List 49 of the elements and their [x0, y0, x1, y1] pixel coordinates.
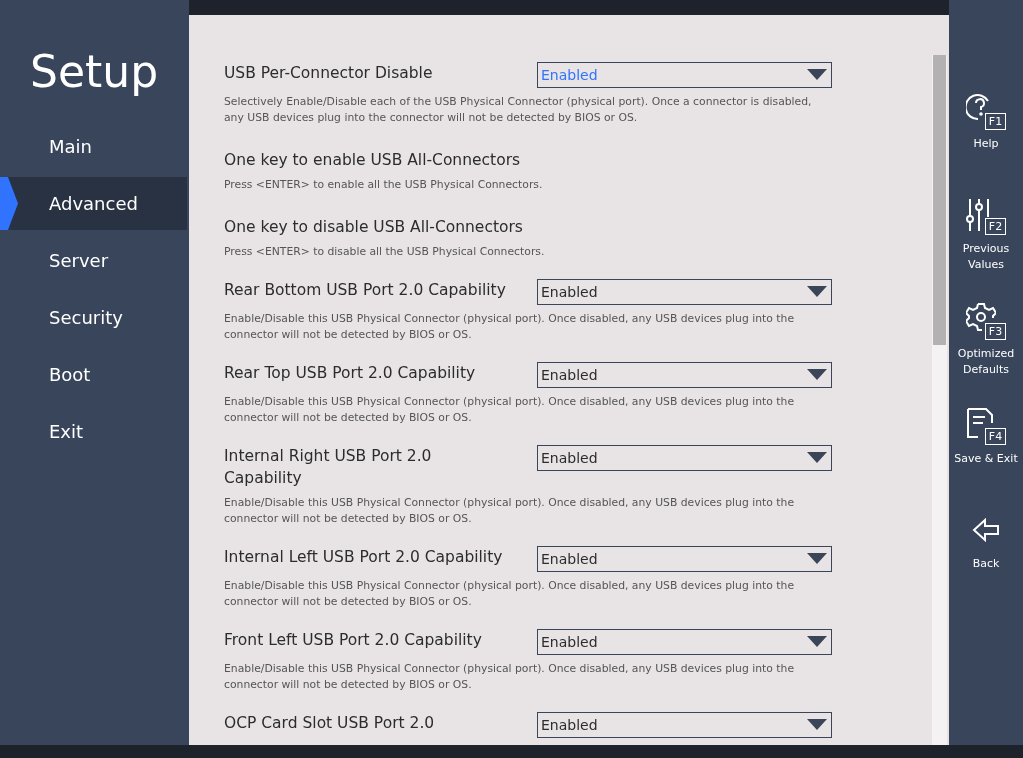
function-key-button[interactable]: F3 Optimized Defaults [949, 302, 1023, 407]
setting-description: Enable/Disable this USB Physical Connector (physical port). Once disabled, any USB devices plug into the connector will not be detected by BIOS or OS. [224, 394, 796, 426]
caret-icon [807, 553, 827, 565]
nav-item[interactable]: Server [0, 234, 187, 287]
dropdown[interactable]: Enabled [537, 712, 832, 738]
setting-label[interactable]: One key to enable USB All-Connectors [224, 145, 521, 171]
setting-label: USB Per-Connector Disable [224, 63, 434, 84]
dropdown[interactable]: Enabled [537, 445, 832, 471]
key-badge: F3 [985, 323, 1006, 340]
key-badge: F2 [985, 218, 1006, 235]
nav-item[interactable]: Advanced [0, 177, 187, 230]
caret-icon [807, 69, 827, 81]
function-key-button[interactable]: F4 Save & Exit [949, 407, 1023, 512]
setting-description: Enable/Disable this USB Physical Connector (physical port). Once disabled, any USB devices plug into the connector will not be detected by BIOS or OS. [224, 661, 796, 693]
function-key-button[interactable]: F1 Help [949, 92, 1023, 197]
selection-chevron [0, 177, 18, 230]
setting-label: OCP Card Slot USB Port 2.0 [224, 713, 436, 734]
setup-title: Setup [29, 45, 160, 99]
nav-item[interactable]: Security [0, 291, 187, 344]
caret-icon [807, 452, 827, 464]
setting-description: Enable/Disable this USB Physical Connector (physical port). Once disabled, any USB devices plug into the connector will not be detected by BIOS or OS. [224, 578, 796, 610]
key-badge: F4 [985, 428, 1006, 445]
nav-item[interactable]: Exit [0, 405, 187, 458]
nav-item[interactable]: Main [0, 120, 187, 173]
dropdown[interactable]: Enabled [537, 629, 832, 655]
dropdown[interactable]: Enabled [537, 362, 832, 388]
dropdown[interactable]: Enabled [537, 546, 832, 572]
setting-label: Rear Top USB Port 2.0 Capability [224, 363, 477, 384]
setting-description: Enable/Disable this USB Physical Connector (physical port). Once disabled, any USB devices plug into the connector will not be detected by BIOS or OS. [224, 311, 796, 343]
scrollbar[interactable] [932, 55, 947, 745]
function-key-button[interactable]: Back [949, 512, 1023, 617]
setting-description: Enable/Disable this USB Physical Connector (physical port). Once disabled, any USB devices plug into the connector will not be detected by BIOS or OS. [224, 495, 796, 527]
nav-item[interactable]: Boot [0, 348, 187, 401]
setting-label: Internal Left USB Port 2.0 Capability [224, 547, 504, 568]
setting-description: Selectively Enable/Disable each of the USB Physical Connector (physical port). Once a connector is disabled, any USB devices plug into the connector will not be detected by BIOS or OS. [224, 94, 813, 126]
function-key-button[interactable]: F2 Previous Values [949, 197, 1023, 302]
caret-icon [807, 636, 827, 648]
setting-label: Internal Right USB Port 2.0 Capability [224, 446, 433, 489]
setting-label[interactable]: One key to disable USB All-Connectors [224, 212, 523, 238]
key-badge: F1 [985, 113, 1006, 130]
back-arrow-icon [972, 518, 1000, 542]
caret-icon [807, 286, 827, 298]
setting-label: Rear Bottom USB Port 2.0 Capability [224, 280, 507, 301]
dropdown[interactable]: Enabled [537, 279, 832, 305]
caret-icon [807, 369, 827, 381]
setting-label: Front Left USB Port 2.0 Capability [224, 630, 483, 651]
setting-description: Press <ENTER> to disable all the USB Physical Connectors. [224, 244, 546, 260]
caret-icon [807, 719, 827, 731]
setting-description: Press <ENTER> to enable all the USB Physical Connectors. [224, 177, 544, 193]
